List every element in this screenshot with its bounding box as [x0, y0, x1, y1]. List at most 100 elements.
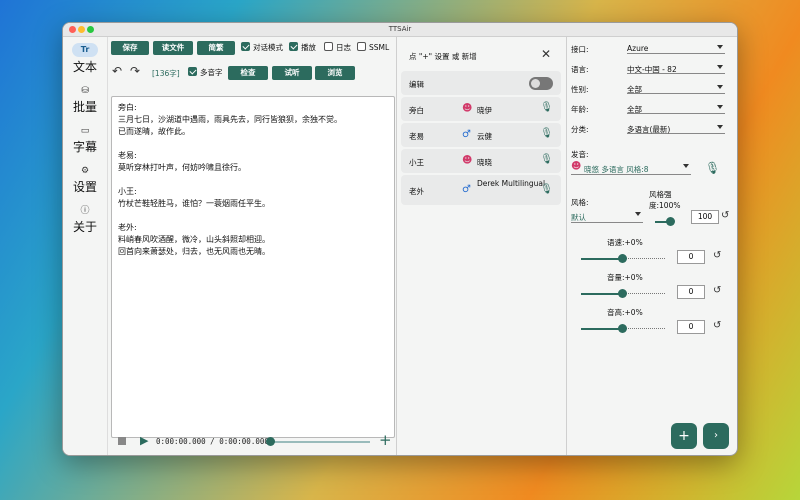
role-name: 旁白: [409, 106, 424, 115]
chevron-down-icon: [717, 85, 723, 89]
log-checkbox[interactable]: 日志: [324, 42, 351, 54]
save-button[interactable]: 保存: [111, 41, 149, 55]
pitch-label: 音高:+0%: [607, 308, 643, 317]
style-strength-input[interactable]: 100: [691, 210, 719, 224]
checkbox-unchecked-icon: [357, 42, 366, 51]
check-button[interactable]: 检查: [228, 66, 268, 80]
next-button[interactable]: ›: [703, 423, 729, 449]
sidebar-item-settings[interactable]: ⚙ 设置: [63, 165, 107, 195]
female-avatar-icon: ☻: [462, 103, 473, 114]
window-title: TTSAir: [388, 25, 412, 33]
microphone-icon[interactable]: 🎙: [705, 161, 720, 175]
category-select[interactable]: 多语言(最新): [627, 122, 725, 134]
player-bar: ▶ 0:00:00.000 / 0:00:00.000 +: [108, 429, 396, 455]
volume-slider-handle[interactable]: [618, 289, 627, 298]
reset-icon[interactable]: ↺: [721, 210, 729, 221]
reset-icon[interactable]: ↺: [713, 250, 721, 261]
app-window: TTSAir Tr 文本 ⛁ 批量 ▭ 字幕 ⚙ 设置 ⓘ 关于 保存 读文件 …: [62, 22, 738, 456]
text-line: 料峭春风吹酒醒，微冷，山头斜照却相迎。: [118, 235, 270, 244]
add-icon[interactable]: +: [379, 431, 392, 449]
reset-icon[interactable]: ↺: [713, 285, 721, 296]
role-row[interactable]: 旁白 ☻ 晓伊 🎙: [401, 97, 561, 121]
progress-handle[interactable]: [266, 437, 275, 446]
sidebar-item-batch[interactable]: ⛁ 批量: [63, 85, 107, 115]
age-row: 年龄: 全部: [571, 101, 727, 115]
roles-header: 点 "+" 设置 或 新增 ✕: [401, 43, 561, 67]
chevron-down-icon: [717, 105, 723, 109]
style-strength-slider-handle[interactable]: [666, 217, 675, 226]
close-icon[interactable]: ✕: [541, 47, 551, 61]
gender-select[interactable]: 全部: [627, 82, 725, 94]
sidebar-item-label: 关于: [72, 220, 97, 234]
speaker-line: 小王:: [118, 187, 137, 196]
redo-icon[interactable]: ↷: [130, 64, 140, 78]
chevron-down-icon: [717, 125, 723, 129]
role-row[interactable]: 老外 ♂ Derek Multilingual 🎙: [401, 175, 561, 205]
microphone-icon[interactable]: 🎙: [540, 154, 553, 165]
undo-icon[interactable]: ↶: [112, 64, 122, 78]
add-button[interactable]: +: [671, 423, 697, 449]
style-select[interactable]: 默认: [571, 209, 643, 223]
text-panel: 保存 读文件 简繁 对话模式 播放 日志 SSML ↶ ↷ [136字] 多音字…: [107, 37, 397, 455]
ssml-checkbox[interactable]: SSML: [357, 42, 389, 54]
interface-select[interactable]: Azure: [627, 42, 725, 54]
paragraph: 旁白: 三月七日，沙湖道中遇雨，雨具先去，同行皆狼狈，余独不觉。 已而遂晴，故作…: [118, 102, 388, 138]
ssml-label: SSML: [369, 43, 390, 52]
male-icon: ♂: [462, 184, 471, 195]
microphone-icon[interactable]: 🎙: [540, 128, 553, 139]
rate-label: 语速:+0%: [607, 238, 643, 247]
pitch-slider-handle[interactable]: [618, 324, 627, 333]
play-icon[interactable]: ▶: [140, 434, 148, 447]
sidebar-item-about[interactable]: ⓘ 关于: [63, 205, 107, 235]
language-value: 中文-中国 - 82: [627, 65, 677, 74]
microphone-icon[interactable]: 🎙: [540, 184, 553, 195]
text-line: 莫听穿林打叶声，何妨吟啸且徐行。: [118, 163, 246, 172]
roles-panel: 点 "+" 设置 或 新增 ✕ 编辑 旁白 ☻ 晓伊 🎙 老易 ♂ 云健 🎙 小…: [397, 37, 567, 455]
microphone-icon[interactable]: 🎙: [540, 102, 553, 113]
rate-slider-handle[interactable]: [618, 254, 627, 263]
rate-input[interactable]: 0: [677, 250, 705, 264]
category-value: 多语言(最新): [627, 125, 671, 134]
simplified-traditional-button[interactable]: 简繁: [197, 41, 235, 55]
edit-label: 编辑: [409, 80, 424, 89]
reset-icon[interactable]: ↺: [713, 320, 721, 331]
sidebar-item-subtitle[interactable]: ▭ 字幕: [63, 125, 107, 155]
volume-input[interactable]: 0: [677, 285, 705, 299]
age-select[interactable]: 全部: [627, 102, 725, 114]
text-line: 已而遂晴，故作此。: [118, 127, 190, 136]
checkbox-checked-icon: [241, 42, 250, 51]
play-checkbox[interactable]: 播放: [289, 42, 316, 54]
voice-select[interactable]: ☻ 晓悠 多语言 风格:8: [571, 161, 691, 175]
polyphone-checkbox[interactable]: 多音字: [188, 67, 223, 79]
age-label: 年龄:: [571, 105, 589, 114]
sidebar-item-text[interactable]: Tr 文本: [63, 43, 107, 75]
read-file-button[interactable]: 读文件: [153, 41, 193, 55]
interface-value: Azure: [627, 44, 649, 53]
browse-button[interactable]: 浏览: [315, 66, 355, 80]
dialog-mode-checkbox[interactable]: 对话模式: [241, 42, 283, 54]
role-row[interactable]: 小王 ☻ 晓晓 🎙: [401, 149, 561, 173]
text-editor[interactable]: 旁白: 三月七日，沙湖道中遇雨，雨具先去，同行皆狼狈，余独不觉。 已而遂晴，故作…: [111, 96, 395, 438]
role-row[interactable]: 老易 ♂ 云健 🎙: [401, 123, 561, 147]
chevron-down-icon: [683, 164, 689, 168]
interface-label: 接口:: [571, 45, 589, 54]
dialog-mode-label: 对话模式: [253, 43, 283, 52]
pitch-input[interactable]: 0: [677, 320, 705, 334]
age-value: 全部: [627, 105, 642, 114]
male-icon: ♂: [462, 129, 471, 140]
time-display: 0:00:00.000 / 0:00:00.000: [156, 437, 269, 446]
language-row: 语言: 中文-中国 - 82: [571, 61, 727, 75]
listen-button[interactable]: 试听: [272, 66, 312, 80]
edit-toggle[interactable]: [529, 77, 553, 90]
language-select[interactable]: 中文-中国 - 82: [627, 62, 725, 74]
volume-slider-fill: [581, 293, 621, 295]
sidebar-item-label: 批量: [72, 100, 97, 114]
rate-slider-fill: [581, 258, 621, 260]
speaker-line: 旁白:: [118, 103, 137, 112]
sidebar: Tr 文本 ⛁ 批量 ▭ 字幕 ⚙ 设置 ⓘ 关于: [63, 37, 107, 455]
progress-track[interactable]: [270, 441, 370, 443]
sidebar-item-label: 文本: [72, 60, 97, 74]
polyphone-label: 多音字: [200, 68, 223, 77]
roles-hint: 点 "+" 设置 或 新增: [409, 52, 477, 61]
stop-icon[interactable]: [118, 437, 126, 445]
